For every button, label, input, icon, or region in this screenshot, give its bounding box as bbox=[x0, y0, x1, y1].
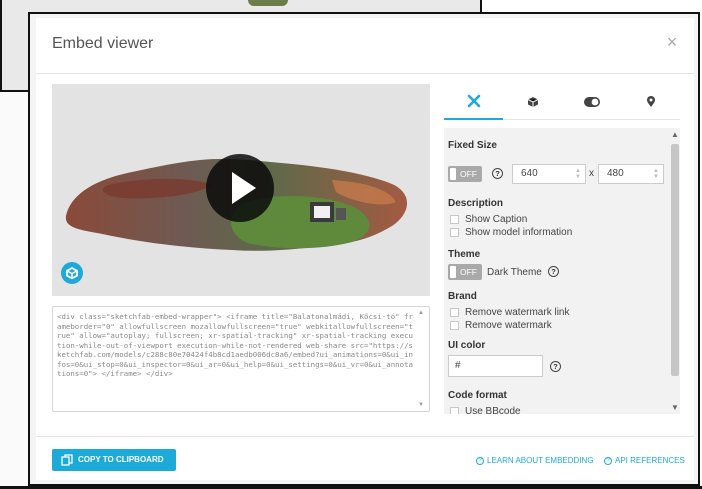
background-model-thumbnail bbox=[248, 0, 288, 6]
scroll-up-icon[interactable]: ▲ bbox=[671, 130, 679, 139]
settings-tabs bbox=[444, 84, 680, 120]
width-input[interactable]: 640 ▲ ▼ bbox=[512, 164, 586, 184]
brand-title: Brand bbox=[448, 291, 477, 302]
model-icon bbox=[527, 97, 538, 107]
use-bbcode-checkbox[interactable] bbox=[450, 407, 459, 414]
code-format-title: Code format bbox=[448, 390, 507, 401]
tab-tools[interactable] bbox=[444, 84, 503, 120]
ui-color-help-icon[interactable]: ? bbox=[550, 361, 561, 372]
sketchfab-logo-icon[interactable] bbox=[61, 262, 83, 284]
dark-theme-toggle[interactable]: OFF bbox=[448, 264, 482, 280]
close-icon[interactable]: × bbox=[664, 33, 680, 51]
modal-body: Embed viewer × <div class="sketchfab-emb… bbox=[36, 18, 694, 480]
description-title: Description bbox=[448, 198, 504, 209]
dark-theme-help-icon[interactable]: ? bbox=[548, 266, 559, 277]
embed-code-textarea[interactable]: <div class="sketchfab-embed-wrapper"> <i… bbox=[52, 306, 430, 412]
api-references-link[interactable]: ? API REFERENCES bbox=[604, 456, 685, 465]
fixed-size-title: Fixed Size bbox=[448, 140, 497, 151]
tools-icon bbox=[467, 94, 480, 108]
tab-model[interactable] bbox=[503, 84, 562, 120]
location-pin-icon bbox=[646, 96, 655, 107]
help-circle-icon: ? bbox=[476, 456, 484, 465]
copy-to-clipboard-button[interactable]: COPY TO CLIPBOARD bbox=[52, 449, 176, 471]
fixed-size-toggle[interactable]: OFF bbox=[448, 166, 482, 182]
scroll-down-icon[interactable]: ▼ bbox=[418, 402, 424, 408]
show-caption-checkbox[interactable] bbox=[450, 215, 459, 224]
scrollbar-thumb[interactable] bbox=[671, 144, 679, 376]
toggle-icon bbox=[583, 97, 600, 107]
tab-appearance[interactable] bbox=[562, 84, 621, 120]
dark-theme-label: Dark Theme bbox=[487, 267, 542, 278]
size-separator: x bbox=[589, 168, 594, 179]
fixed-size-help-icon[interactable]: ? bbox=[492, 168, 503, 179]
settings-scrollbar[interactable]: ▲ ▼ bbox=[670, 128, 680, 414]
show-model-info-option[interactable]: Show model information bbox=[450, 227, 572, 238]
theme-title: Theme bbox=[448, 249, 481, 260]
tab-annotations[interactable] bbox=[621, 84, 680, 120]
scroll-down-icon[interactable]: ▼ bbox=[671, 403, 679, 412]
viewer-preview[interactable] bbox=[52, 84, 430, 296]
modal-footer: COPY TO CLIPBOARD ? LEARN ABOUT EMBEDDING… bbox=[36, 436, 694, 480]
settings-panel: Fixed Size OFF ? 640 ▲ ▼ x 480 ▲ ▼ Descripti… bbox=[444, 128, 680, 414]
ui-color-input[interactable]: # bbox=[448, 355, 543, 377]
remove-watermark-checkbox[interactable] bbox=[450, 321, 459, 330]
play-icon[interactable] bbox=[206, 154, 274, 222]
use-bbcode-option[interactable]: Use BBcode bbox=[450, 406, 521, 414]
help-circle-icon: ? bbox=[604, 456, 612, 465]
scroll-up-icon[interactable]: ▲ bbox=[418, 310, 424, 316]
height-input[interactable]: 480 ▲ ▼ bbox=[598, 164, 664, 184]
copy-icon bbox=[61, 454, 73, 466]
modal-title: Embed viewer bbox=[52, 35, 154, 52]
modal-header: Embed viewer × bbox=[36, 18, 694, 74]
ui-color-title: UI color bbox=[448, 340, 486, 351]
learn-about-embedding-link[interactable]: ? LEARN ABOUT EMBEDDING bbox=[476, 456, 594, 465]
code-scrollbar[interactable]: ▲ ▼ bbox=[418, 310, 426, 408]
remove-watermark-link-checkbox[interactable] bbox=[450, 308, 459, 317]
remove-watermark-option[interactable]: Remove watermark bbox=[450, 320, 552, 331]
remove-watermark-link-option[interactable]: Remove watermark link bbox=[450, 307, 569, 318]
background-left-panel bbox=[0, 92, 30, 489]
show-caption-option[interactable]: Show Caption bbox=[450, 214, 527, 225]
embed-viewer-modal: Embed viewer × <div class="sketchfab-emb… bbox=[28, 12, 700, 486]
show-model-info-checkbox[interactable] bbox=[450, 228, 459, 237]
